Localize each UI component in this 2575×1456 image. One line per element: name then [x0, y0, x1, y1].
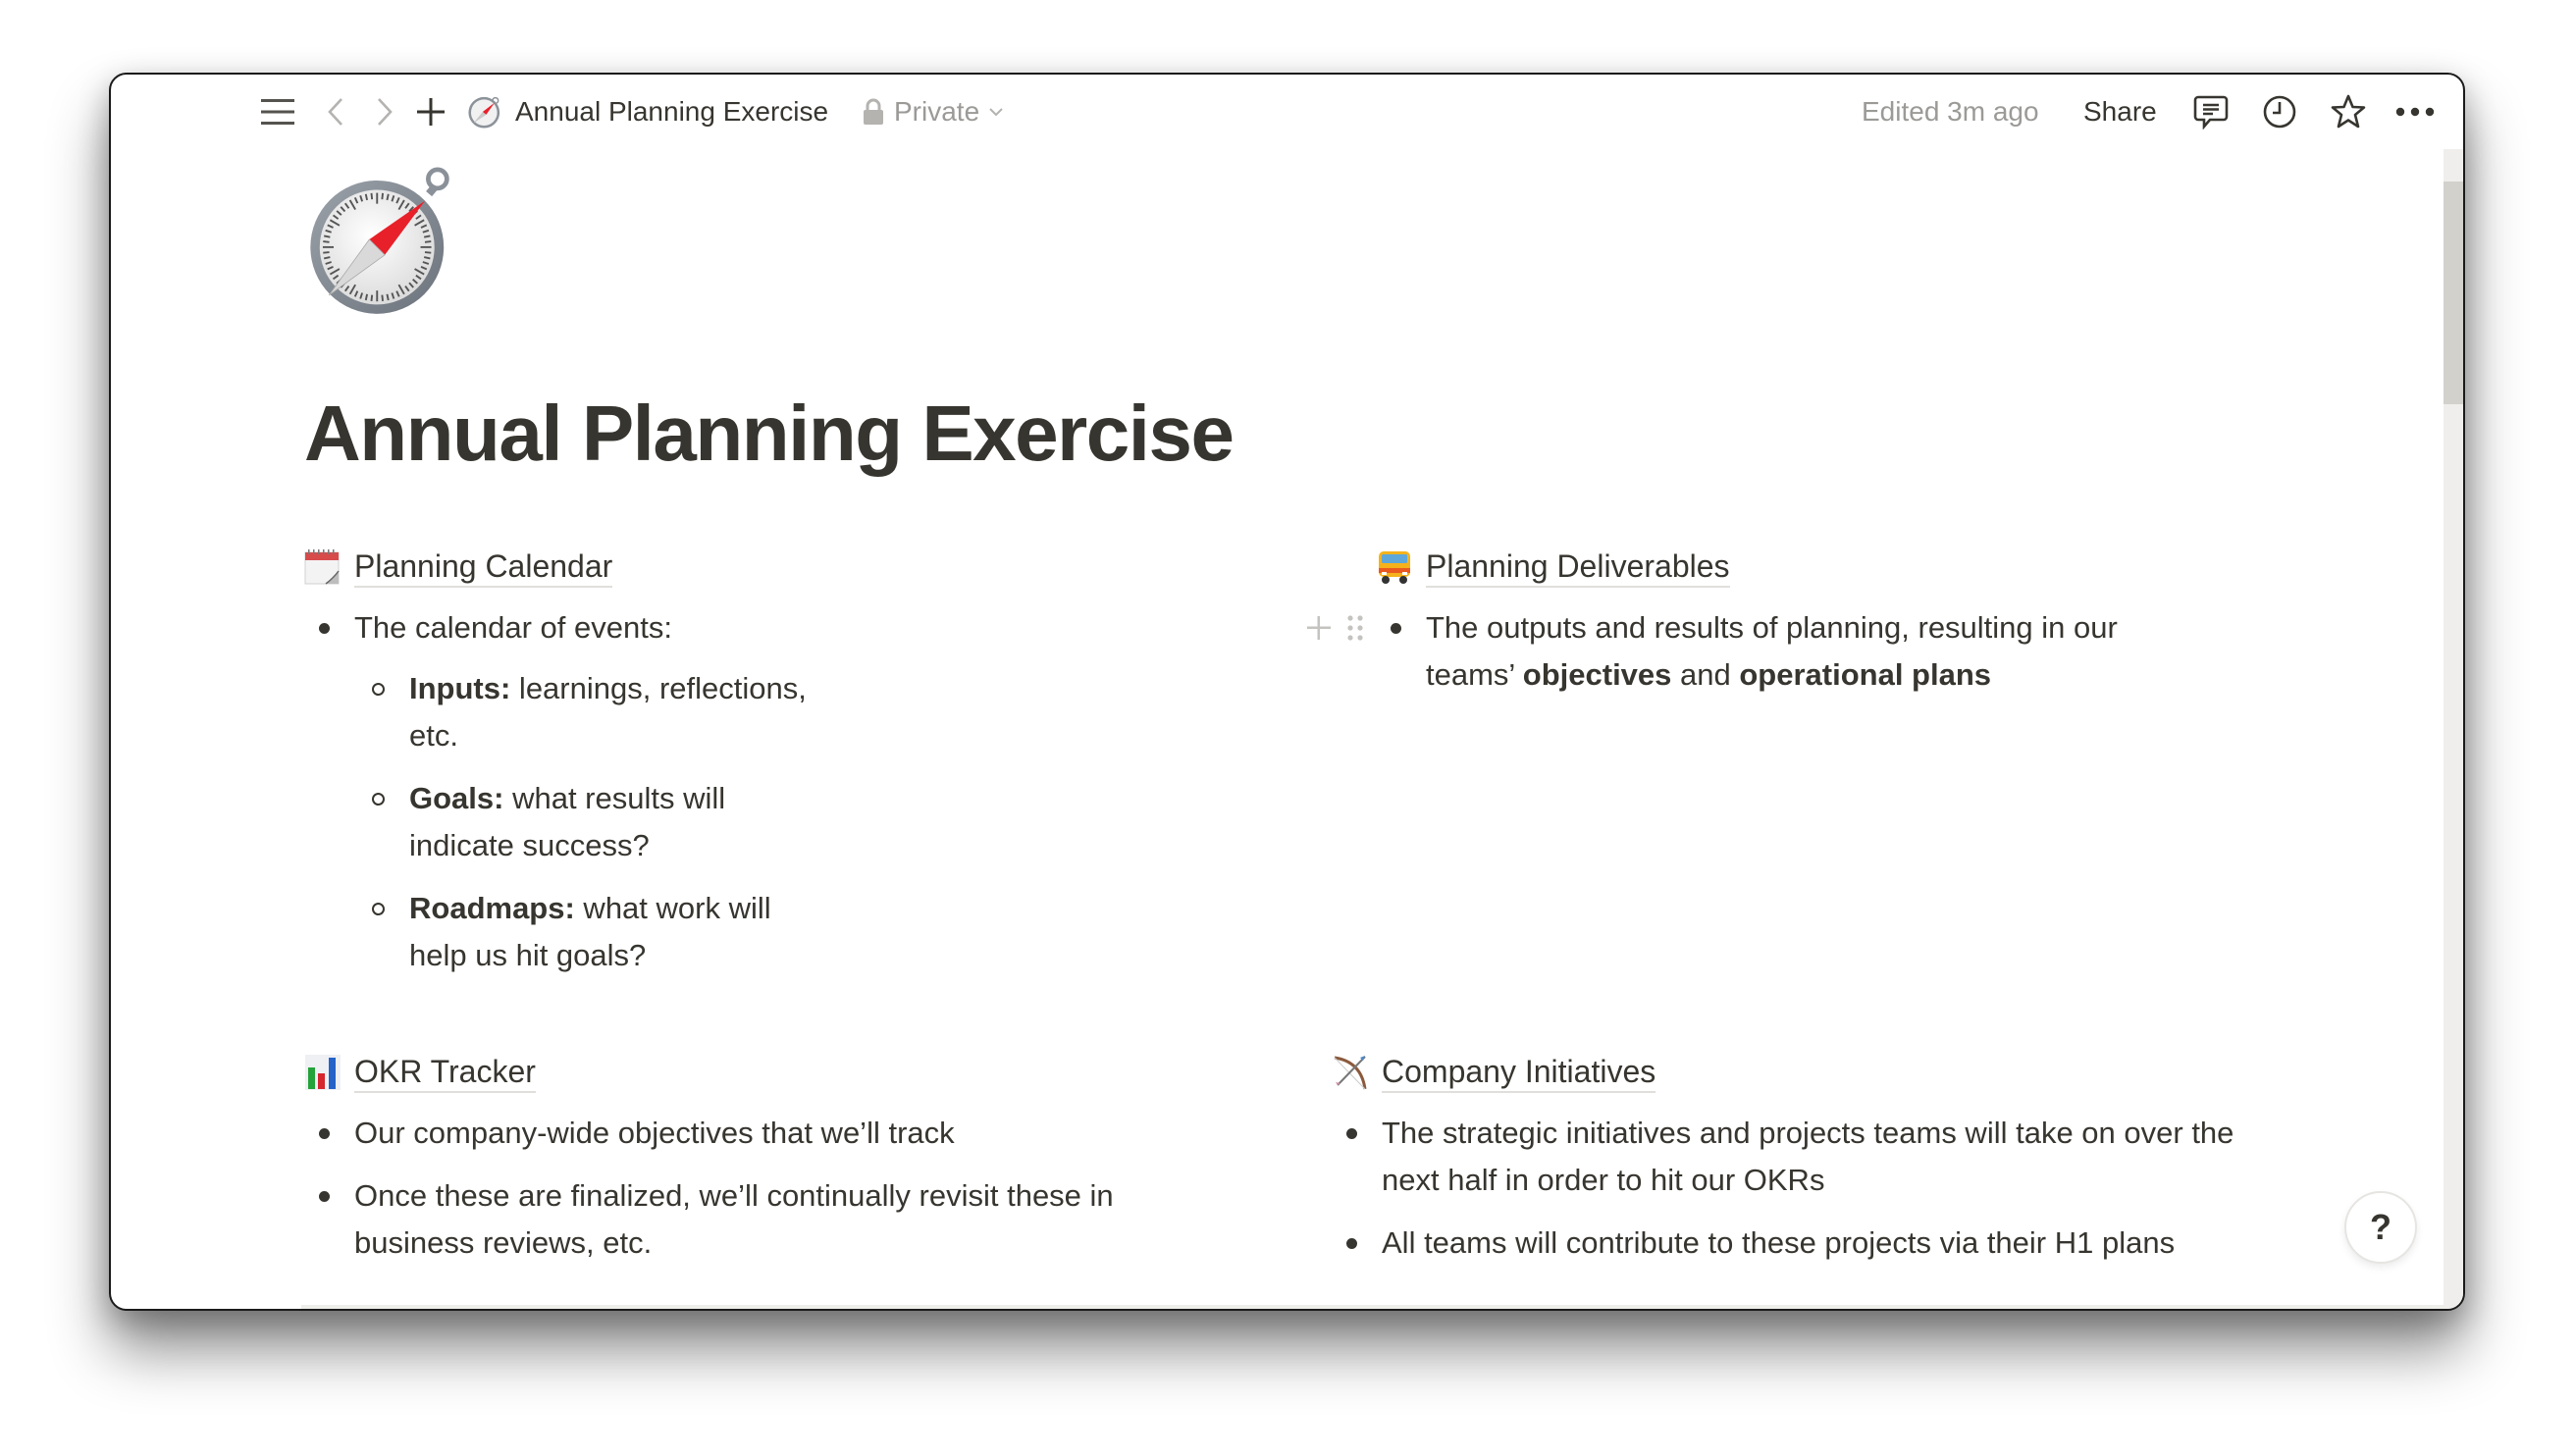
list-item[interactable]: Once these are finalized, we’ll continua… — [304, 1172, 1148, 1267]
compass-tick — [323, 251, 330, 254]
compass-tick — [323, 240, 330, 243]
compass-tick — [424, 251, 432, 254]
section-planning-deliverables: Planning Deliverables The outputs and re… — [1307, 544, 2122, 714]
topbar: Annual Planning Exercise Private Edited … — [111, 75, 2463, 149]
compass-tick — [381, 294, 384, 301]
list-item-text: and — [1671, 657, 1740, 692]
nested-bullet-list: Inputs: learnings, reflections, etc. Goa… — [354, 665, 825, 979]
help-icon: ? — [2370, 1207, 2391, 1247]
bullet-list: Our company-wide objectives that we’ll t… — [304, 1110, 1148, 1267]
compass-tick — [381, 192, 384, 200]
compass-tick — [423, 234, 431, 238]
list-item-text: The strategic initiatives and projects t… — [1382, 1116, 2234, 1197]
page-title[interactable]: Annual Planning Exercise — [304, 389, 1235, 479]
page-icon-compass[interactable] — [304, 162, 459, 317]
page-link-planning-deliverables[interactable]: Planning Deliverables — [1426, 546, 1730, 588]
section-company-initiatives: Company Initiatives The strategic initia… — [1332, 1049, 2264, 1282]
list-item[interactable]: Goals: what results will indicate succes… — [354, 775, 825, 869]
page-link-okr-tracker[interactable]: OKR Tracker — [354, 1052, 536, 1093]
clock-icon[interactable] — [2260, 92, 2299, 131]
compass-tick — [386, 293, 390, 301]
list-item[interactable]: Inputs: learnings, reflections, etc. — [354, 665, 825, 759]
page-link-company-initiatives[interactable]: Company Initiatives — [1382, 1052, 1656, 1093]
chevron-left-icon[interactable] — [326, 96, 345, 128]
chevron-down-icon — [989, 108, 1003, 117]
compass-tick — [370, 192, 374, 200]
list-item-text: Once these are finalized, we’ll continua… — [354, 1178, 1114, 1260]
scrollbar-thumb[interactable] — [2444, 182, 2463, 404]
compass-emoji-icon[interactable] — [467, 94, 502, 130]
block-handles — [1305, 614, 1364, 642]
list-item-text: Our company-wide objectives that we’ll t… — [354, 1116, 955, 1150]
calendar-emoji-icon — [304, 548, 342, 586]
section-heading: Planning Deliverables — [1376, 544, 2122, 591]
star-icon[interactable] — [2329, 92, 2368, 131]
compass-tick — [423, 256, 431, 260]
section-heading: OKR Tracker — [304, 1049, 1187, 1096]
compass-tick — [323, 234, 331, 238]
list-item-bold: objectives — [1522, 657, 1672, 692]
section-okr-tracker: OKR Tracker Our company-wide objectives … — [304, 1049, 1187, 1282]
list-item-bold: operational plans — [1739, 657, 1992, 692]
bullet-list: The strategic initiatives and projects t… — [1332, 1110, 2244, 1267]
compass-tick — [370, 294, 374, 301]
list-item-text: All teams will contribute to these proje… — [1382, 1225, 2176, 1260]
compass-tick — [386, 193, 390, 201]
plus-icon[interactable] — [1305, 614, 1333, 642]
bullet-list: The outputs and results of planning, res… — [1376, 604, 2122, 699]
bow-and-arrow-emoji-icon — [1332, 1054, 1369, 1091]
plus-icon[interactable] — [415, 96, 447, 128]
list-item[interactable]: The outputs and results of planning, res… — [1376, 604, 2122, 699]
page-link-planning-calendar[interactable]: Planning Calendar — [354, 546, 613, 588]
list-item[interactable]: Roadmaps: what work will help us hit goa… — [354, 885, 825, 979]
comment-icon[interactable] — [2191, 92, 2231, 131]
section-heading: Company Initiatives — [1332, 1049, 2264, 1096]
list-item-label: Inputs: — [409, 671, 511, 705]
breadcrumb-page-title[interactable]: Annual Planning Exercise — [515, 96, 828, 128]
divider — [301, 1305, 2444, 1309]
section-planning-calendar: Planning Calendar The calendar of events… — [304, 544, 991, 995]
list-item[interactable]: Our company-wide objectives that we’ll t… — [304, 1110, 1148, 1157]
list-item-label: Roadmaps: — [409, 891, 575, 925]
list-item[interactable]: The calendar of events: Inputs: learning… — [304, 604, 991, 979]
compass-tick — [364, 193, 369, 201]
chevron-right-icon[interactable] — [375, 96, 394, 128]
bullet-list: The calendar of events: Inputs: learning… — [304, 604, 991, 979]
help-button[interactable]: ? — [2344, 1191, 2417, 1264]
drag-handle-icon[interactable] — [1346, 614, 1364, 642]
privacy-dropdown[interactable]: Private — [863, 96, 1003, 128]
app-window: Annual Planning Exercise Private Edited … — [109, 73, 2465, 1311]
bus-emoji-icon — [1376, 548, 1413, 586]
list-item[interactable]: The strategic initiatives and projects t… — [1332, 1110, 2244, 1204]
list-item-label: Goals: — [409, 781, 504, 815]
compass-tick — [364, 293, 369, 301]
edited-timestamp: Edited 3m ago — [1862, 96, 2039, 127]
hamburger-menu-icon[interactable] — [260, 94, 295, 130]
section-heading: Planning Calendar — [304, 544, 991, 591]
lock-icon — [864, 98, 883, 125]
compass-tick — [424, 240, 432, 243]
more-horizontal-icon[interactable] — [2393, 92, 2437, 131]
bar-chart-emoji-icon — [304, 1054, 342, 1091]
vertical-scrollbar[interactable] — [2444, 149, 2463, 1309]
share-button[interactable]: Share — [2083, 96, 2157, 128]
privacy-label: Private — [894, 96, 980, 127]
compass-tick — [323, 256, 331, 260]
list-item[interactable]: All teams will contribute to these proje… — [1332, 1220, 2244, 1267]
list-item-text: The calendar of events: — [354, 610, 672, 645]
